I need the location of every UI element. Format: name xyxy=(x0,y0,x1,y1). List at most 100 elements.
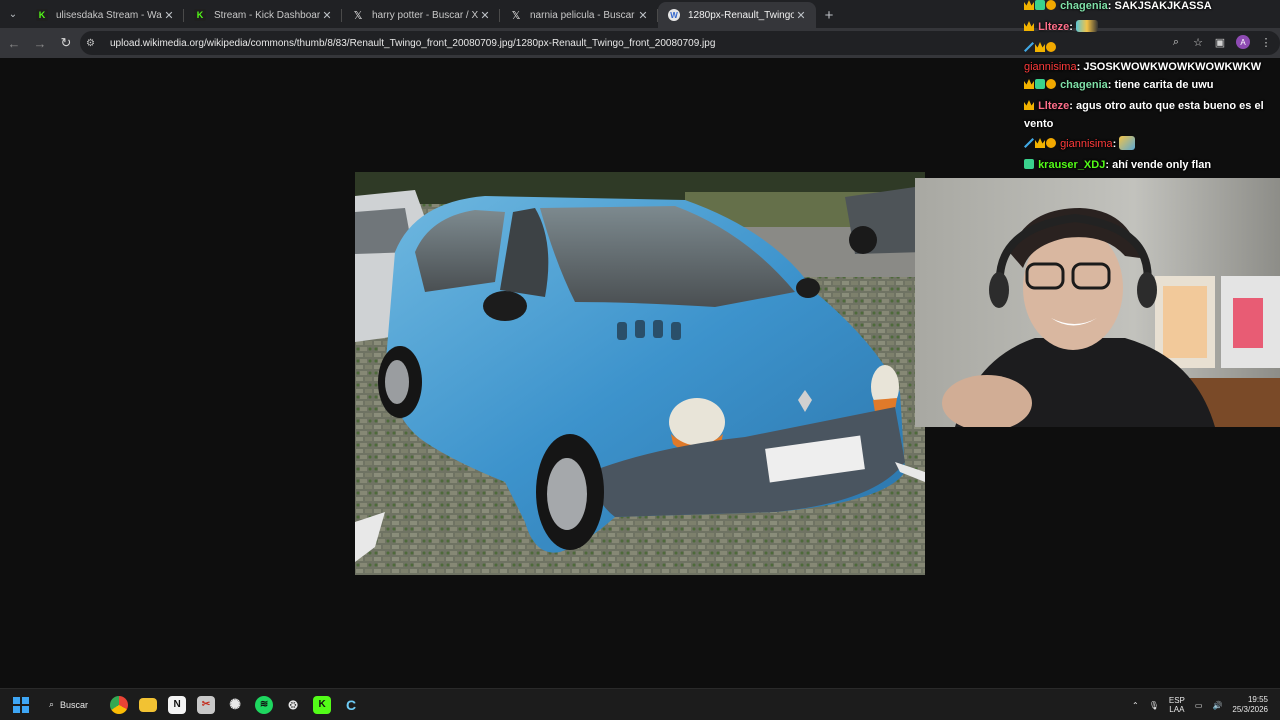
subscriber-icon xyxy=(1035,0,1045,10)
chat-message: Llteze: xyxy=(1024,18,1276,37)
site-info-icon[interactable]: ⚙ xyxy=(86,38,100,49)
gift-icon xyxy=(1046,79,1056,89)
chat-badges xyxy=(1024,0,1057,16)
crown-icon xyxy=(1024,21,1034,31)
chevron-down-icon: ⌄ xyxy=(8,8,18,20)
arrow-left-icon: ← xyxy=(7,35,21,51)
windows-logo-icon xyxy=(13,705,20,713)
tab-kick-dashboard[interactable]: K Stream - Kick Dashboard ✕ xyxy=(184,2,342,28)
renault-twingo-photo xyxy=(355,172,925,575)
chat-username: krauser_XDJ xyxy=(1038,159,1106,171)
volume-icon[interactable]: 🔊 xyxy=(1212,701,1222,710)
tab-title: harry potter - Buscar / X xyxy=(372,9,478,21)
streamer-webcam xyxy=(915,178,1280,427)
system-tray: ⌃ 🎙 ESP LAA ▭ 🔊 19:55 25/3/2026 xyxy=(1132,689,1280,720)
chat-badges xyxy=(1024,156,1035,175)
chat-username: giannisima xyxy=(1024,61,1077,73)
tab-title: 1280px-Renault_Twingo_front_ xyxy=(688,9,794,21)
search-icon: ⌕ xyxy=(49,699,55,709)
tab-harry-potter-x[interactable]: 𝕏 harry potter - Buscar / X ✕ xyxy=(342,2,500,28)
taskbar-search[interactable]: ⌕ Buscar xyxy=(49,699,88,710)
reload-button[interactable]: ↻ xyxy=(54,31,78,55)
close-icon[interactable]: ✕ xyxy=(320,9,334,22)
lang-line1: ESP xyxy=(1168,696,1185,705)
chat-text: JSOSKWOWKWOWKWOWKWKW xyxy=(1083,61,1262,73)
tab-renault-twingo-image[interactable]: W 1280px-Renault_Twingo_front_ ✕ xyxy=(658,2,816,28)
reload-icon: ↻ xyxy=(60,35,72,50)
close-icon[interactable]: ✕ xyxy=(636,9,650,22)
chat-badges xyxy=(1024,97,1035,115)
crown-icon xyxy=(1024,0,1034,10)
face-emote-icon xyxy=(1119,136,1136,150)
kick-icon: K xyxy=(36,9,48,21)
arrow-right-icon: → xyxy=(33,35,47,51)
file-explorer-icon[interactable] xyxy=(139,697,158,712)
chat-colon: : xyxy=(1069,21,1076,33)
x-icon: 𝕏 xyxy=(511,9,521,22)
sword-icon xyxy=(1024,138,1034,148)
new-tab-button[interactable]: + xyxy=(816,2,842,28)
subscriber-icon xyxy=(1035,79,1045,89)
tab-narnia-x[interactable]: 𝕏 narnia pelicula - Buscar / X ✕ xyxy=(500,2,658,28)
microphone-icon[interactable]: 🎙 xyxy=(1149,701,1159,710)
tab-search-button[interactable]: ⌄ xyxy=(0,0,26,28)
chat-text: SAKJSAKJKASSA xyxy=(1114,0,1212,12)
webcam-feed xyxy=(915,178,1280,427)
crown-icon xyxy=(1024,100,1034,110)
chat-message: giannisima: xyxy=(1024,135,1276,154)
chat-message: chagenia: SAKJSAKJKASSA xyxy=(1024,0,1276,16)
close-icon[interactable]: ✕ xyxy=(478,9,492,22)
car-emote-icon xyxy=(1075,20,1098,32)
forward-button[interactable]: → xyxy=(28,31,52,55)
crown-icon xyxy=(1024,79,1034,89)
chat-username: chagenia xyxy=(1060,0,1108,12)
close-icon[interactable]: ✕ xyxy=(794,9,808,22)
notion-icon[interactable]: N xyxy=(168,695,187,714)
chat-message: chagenia: tiene carita de uwu xyxy=(1024,76,1276,95)
crown-icon xyxy=(1035,42,1045,52)
chat-text: ahí vende only flan xyxy=(1112,159,1212,171)
chatgpt-icon[interactable]: ✺ xyxy=(226,696,244,714)
tab-ulisesdaka-stream[interactable]: K ulisesdaka Stream - Watch Live ✕ xyxy=(26,2,184,28)
chat-message: krauser_XDJ: ahí vende only flan xyxy=(1024,156,1276,175)
chat-badges xyxy=(1024,76,1057,95)
chat-badges xyxy=(1024,39,1057,58)
tab-title: ulisesdaka Stream - Watch Live xyxy=(56,9,162,21)
kick-app-icon[interactable]: K xyxy=(313,695,332,714)
spotify-icon[interactable]: ≋ xyxy=(255,695,274,714)
network-icon[interactable]: ▭ xyxy=(1195,701,1203,710)
back-button[interactable]: ← xyxy=(2,31,26,55)
chat-username: Llteze xyxy=(1038,21,1070,33)
chat-username: giannisima xyxy=(1060,138,1113,150)
screen: ⌄ K ulisesdaka Stream - Watch Live ✕ K S… xyxy=(0,0,1280,720)
chevron-up-icon[interactable]: ⌃ xyxy=(1132,701,1139,710)
chat-message: giannisima: JSOSKWOWKWOWKWOWKWKW xyxy=(1024,39,1276,77)
lang-line2: LAA xyxy=(1169,705,1185,714)
close-icon[interactable]: ✕ xyxy=(162,9,176,22)
capcut-icon[interactable]: C xyxy=(342,696,360,714)
clock-date: 25/3/2026 xyxy=(1232,705,1268,714)
url-text[interactable]: upload.wikimedia.org/wikipedia/commons/t… xyxy=(110,38,715,49)
taskbar-search-label: Buscar xyxy=(60,699,89,710)
obs-icon[interactable]: ⊛ xyxy=(284,696,302,714)
clock[interactable]: 19:55 25/3/2026 xyxy=(1232,695,1268,715)
chat-message: Llteze: agus otro auto que esta bueno es… xyxy=(1024,97,1276,133)
gift-icon xyxy=(1046,138,1056,148)
snipping-tool-icon[interactable]: ✂ xyxy=(197,695,216,714)
subscriber-icon xyxy=(1024,159,1034,169)
tab-title: narnia pelicula - Buscar / X xyxy=(530,9,636,21)
language-indicator[interactable]: ESP LAA xyxy=(1169,696,1185,714)
tab-title: Stream - Kick Dashboard xyxy=(214,9,320,21)
chat-colon: : xyxy=(1112,138,1120,150)
windows-start-button[interactable] xyxy=(13,696,29,713)
windows-logo-icon xyxy=(22,705,29,713)
windows-logo-icon xyxy=(22,696,29,704)
chrome-app-icon[interactable] xyxy=(110,695,129,714)
chat-colon: : xyxy=(1069,100,1076,112)
x-icon: 𝕏 xyxy=(353,9,363,22)
chat-text: tiene carita de uwu xyxy=(1114,79,1214,91)
chat-badges xyxy=(1024,18,1035,37)
windows-logo-icon xyxy=(13,696,20,704)
gift-icon xyxy=(1046,0,1056,10)
kick-icon: K xyxy=(194,9,206,21)
